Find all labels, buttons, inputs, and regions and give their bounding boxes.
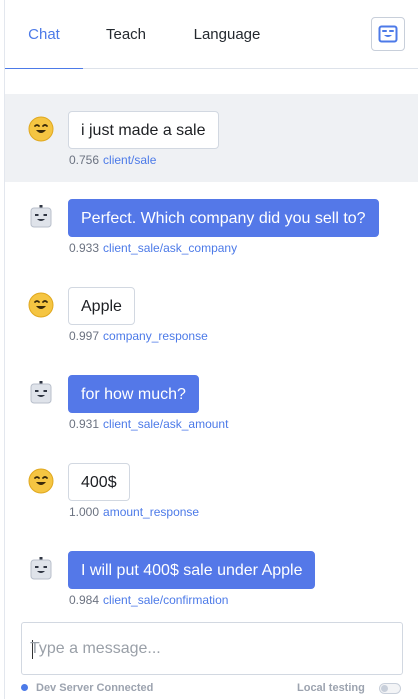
confidence-score: 0.997 [69,329,100,343]
user-message-bubble: Apple [68,287,135,325]
message-meta: 0.933 client_sale/ask_company [69,241,237,255]
robot-icon [30,557,52,580]
confidence-score: 0.756 [69,153,100,167]
confidence-score: 0.931 [69,417,100,431]
bot-message-bubble: Perfect. Which company did you sell to? [68,199,379,237]
user-message-bubble: i just made a sale [68,111,219,149]
local-testing-label: Local testing [297,682,365,694]
message-meta: 1.000 amount_response [69,505,199,519]
bot-face-icon [378,25,398,43]
tab-chat[interactable]: Chat [5,0,83,70]
bot-toggle-button[interactable] [371,17,405,51]
robot-icon [30,381,52,404]
confidence-score: 0.933 [69,241,100,255]
message-meta: 0.997 company_response [69,329,208,343]
tab-bar: Chat Teach Language [5,0,418,70]
user-message-bubble: 400$ [68,463,130,501]
intent-link[interactable]: client_sale/ask_amount [103,417,228,431]
message-meta: 0.984 client_sale/confirmation [69,593,228,607]
confidence-score: 1.000 [69,505,100,519]
smiley-face-icon [28,116,54,142]
connection-status-dot [21,684,28,691]
tab-teach[interactable]: Teach [91,0,161,69]
intent-link[interactable]: client_sale/confirmation [103,593,228,607]
smiley-face-icon [28,468,54,494]
toggle-knob [381,685,388,692]
message-composer [21,622,403,675]
tab-language[interactable]: Language [177,0,277,69]
local-testing-toggle[interactable] [379,683,401,694]
message-meta: 0.756 client/sale [69,153,156,167]
message-input[interactable] [30,631,390,667]
status-bar: Dev Server Connected Local testing [5,679,418,699]
message-meta: 0.931 client_sale/ask_amount [69,417,228,431]
bot-message-bubble: for how much? [68,375,199,413]
smiley-face-icon [28,292,54,318]
confidence-score: 0.984 [69,593,100,607]
robot-icon [30,205,52,228]
bot-message-bubble: I will put 400$ sale under Apple [68,551,316,589]
intent-link[interactable]: client/sale [103,153,156,167]
intent-link[interactable]: company_response [103,329,208,343]
intent-link[interactable]: amount_response [103,505,199,519]
chat-app: Chat Teach Language i just made a sale 0… [4,0,418,699]
connection-status-text: Dev Server Connected [36,682,154,694]
message-list: i just made a sale 0.756 client/sale Perf… [5,69,418,619]
intent-link[interactable]: client_sale/ask_company [103,241,237,255]
